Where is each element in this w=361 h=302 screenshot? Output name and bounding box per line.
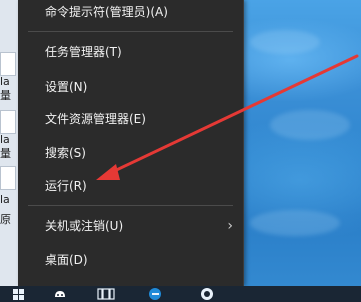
menu-item-desktop[interactable]: 桌面(D) — [18, 248, 243, 272]
menu-separator — [28, 31, 233, 32]
wallpaper-highlight — [250, 210, 340, 236]
menu-item-task-manager[interactable]: 任务管理器(T) — [18, 40, 243, 64]
desktop-icon-label: 原 — [0, 214, 11, 226]
menu-item-shutdown-signout[interactable]: 关机或注销(U) › — [18, 214, 243, 238]
menu-separator — [28, 205, 233, 206]
start-icon[interactable] — [10, 286, 26, 302]
menu-item-label: 桌面(D) — [45, 253, 88, 267]
desktop-file-icon[interactable] — [0, 52, 16, 76]
menu-item-command-prompt-admin[interactable]: 命令提示符(管理员)(A) — [18, 0, 243, 24]
menu-item-label: 命令提示符(管理员)(A) — [45, 5, 168, 19]
menu-item-file-explorer[interactable]: 文件资源管理器(E) — [18, 107, 243, 131]
cortana-icon[interactable] — [52, 286, 68, 302]
menu-item-label: 搜索(S) — [45, 146, 86, 160]
menu-item-run[interactable]: 运行(R) — [18, 174, 243, 198]
menu-item-settings[interactable]: 设置(N) — [18, 75, 243, 99]
task-view-icon[interactable] — [96, 286, 116, 302]
desktop-icon-label: 量 — [0, 90, 11, 102]
edge-icon[interactable] — [146, 286, 164, 302]
desktop-icons-strip: la 量 la 量 la 原 — [0, 0, 18, 286]
desktop-icon-label: la — [0, 194, 10, 206]
wallpaper-highlight — [250, 30, 320, 54]
desktop-file-icon[interactable] — [0, 166, 16, 190]
desktop-file-icon[interactable] — [0, 110, 16, 134]
app-icon[interactable] — [198, 286, 216, 302]
menu-item-label: 设置(N) — [45, 80, 88, 94]
desktop-icon-label: 量 — [0, 148, 11, 160]
desktop-icon-label: la — [0, 134, 10, 146]
winx-context-menu: 命令提示符(管理员)(A) 任务管理器(T) 设置(N) 文件资源管理器(E) … — [18, 0, 244, 286]
menu-item-label: 关机或注销(U) — [45, 219, 124, 233]
wallpaper-highlight — [270, 110, 350, 140]
menu-item-label: 任务管理器(T) — [45, 45, 122, 59]
desktop-icon-label: la — [0, 76, 10, 88]
menu-item-label: 文件资源管理器(E) — [45, 112, 146, 126]
chevron-right-icon: › — [227, 218, 233, 234]
menu-item-label: 运行(R) — [45, 179, 87, 193]
taskbar — [0, 286, 361, 302]
menu-item-search[interactable]: 搜索(S) — [18, 141, 243, 165]
